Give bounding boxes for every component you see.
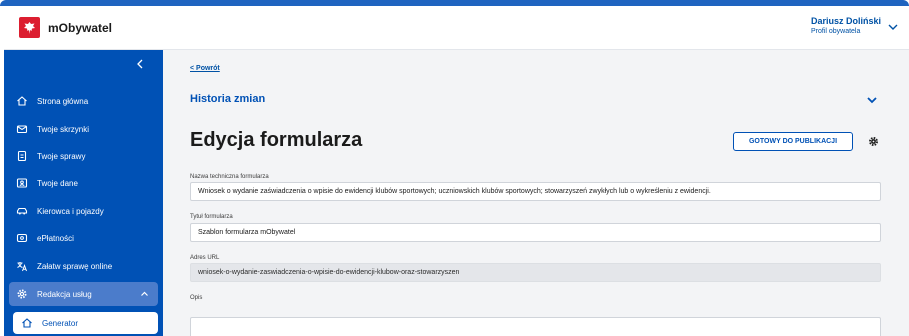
sidebar: Strona główna Twoje skrzynki Twoje spraw… <box>4 50 163 336</box>
sidebar-item-label: Strona główna <box>37 96 89 106</box>
sidebar-item-generator[interactable]: Generator <box>13 312 158 334</box>
url-label: Adres URL <box>190 255 220 261</box>
sidebar-item-label: Załatw sprawę online <box>37 261 113 271</box>
translate-icon <box>16 260 28 272</box>
app-title[interactable]: mObywatel <box>48 21 112 35</box>
sidebar-item-mailboxes[interactable]: Twoje skrzynki <box>4 116 163 142</box>
sidebar-item-label: Kierowca i pojazdy <box>37 206 104 216</box>
sidebar-item-label: Twoje sprawy <box>37 151 86 161</box>
history-toggle[interactable]: Historia zmian <box>190 93 265 105</box>
url-field: wniosek-o-wydanie-zaswiadczenia-o-wpisie… <box>190 263 881 282</box>
top-header: mObywatel Dariusz Doliński Profil obywat… <box>4 6 909 50</box>
gear-icon[interactable] <box>868 136 879 147</box>
chevron-left-icon[interactable] <box>132 56 148 72</box>
app-window: mObywatel Dariusz Doliński Profil obywat… <box>0 0 909 336</box>
chevron-down-icon[interactable] <box>887 22 899 32</box>
description-textarea[interactable] <box>190 317 881 336</box>
home-icon <box>16 95 28 107</box>
main-content: < Powrót Historia zmian Edycja formularz… <box>163 50 909 336</box>
sidebar-item-home[interactable]: Strona główna <box>4 88 163 114</box>
sidebar-item-data[interactable]: Twoje dane <box>4 170 163 196</box>
form-title-label: Tytuł formularza <box>190 214 233 220</box>
sidebar-item-payments[interactable]: ePłatności <box>4 225 163 251</box>
sidebar-item-label: ePłatności <box>37 233 74 243</box>
sidebar-item-label: Generator <box>42 318 79 328</box>
sidebar-item-cases[interactable]: Twoje sprawy <box>4 143 163 169</box>
card-icon <box>16 232 28 244</box>
user-name[interactable]: Dariusz Doliński <box>811 16 881 26</box>
user-role: Profil obywatela <box>810 28 861 35</box>
technical-name-input[interactable]: Wniosek o wydanie zaświadczenia o wpisie… <box>190 182 881 201</box>
page-title: Edycja formularza <box>190 129 363 151</box>
back-link[interactable]: < Powrót <box>190 65 220 72</box>
sidebar-group-label: Redakcja usług <box>37 289 92 299</box>
home-icon <box>21 317 33 329</box>
form-title-input[interactable]: Szablon formularza mObywatel <box>190 223 881 242</box>
sidebar-item-label: Twoje dane <box>37 178 78 188</box>
description-label: Opis <box>190 295 203 301</box>
car-icon <box>16 205 28 217</box>
gear-icon <box>16 288 28 300</box>
chevron-up-icon[interactable] <box>140 290 149 298</box>
document-icon <box>16 150 28 162</box>
mail-icon <box>16 123 28 135</box>
sidebar-item-label: Twoje skrzynki <box>37 124 90 134</box>
sidebar-item-online[interactable]: Załatw sprawę online <box>4 253 163 279</box>
sidebar-group-service-editing[interactable]: Redakcja usług <box>9 282 158 306</box>
sidebar-item-vehicles[interactable]: Kierowca i pojazdy <box>4 198 163 224</box>
id-card-icon <box>16 177 28 189</box>
publish-ready-button[interactable]: GOTOWY DO PUBLIKACJI <box>733 132 853 151</box>
chevron-down-icon[interactable] <box>866 95 878 105</box>
user-menu[interactable]: Dariusz Doliński Profil obywatela <box>811 16 881 35</box>
technical-name-label: Nazwa techniczna formularza <box>190 174 269 180</box>
eagle-logo-icon[interactable] <box>19 17 40 38</box>
